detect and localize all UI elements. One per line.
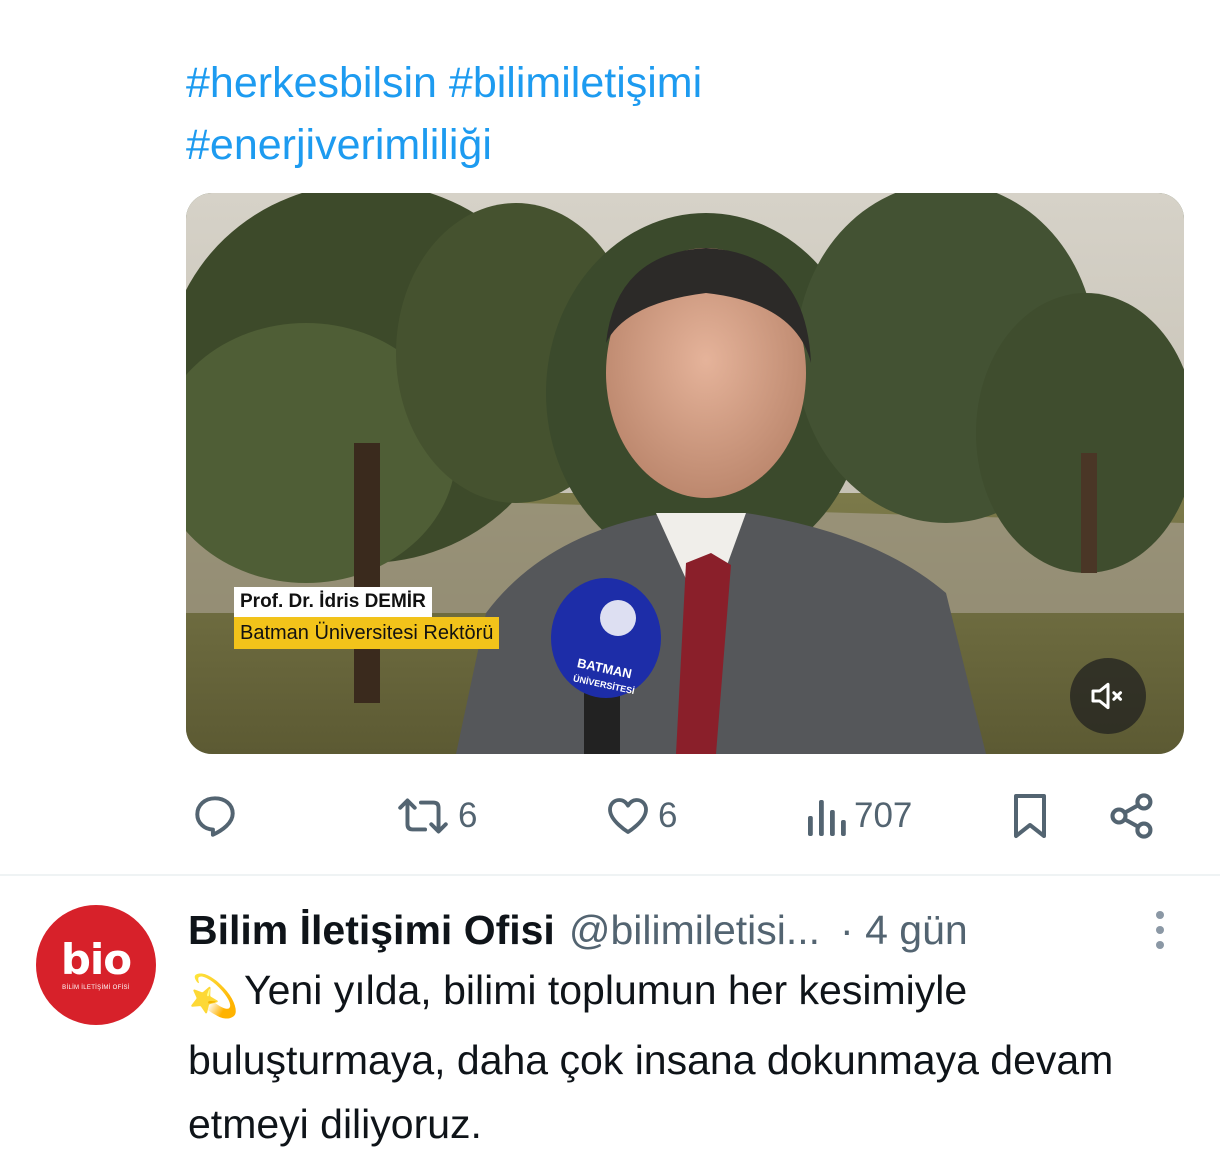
post-action-bar: 6 6 707 <box>0 784 1220 848</box>
like-count: 6 <box>658 796 678 835</box>
lower-third-name: Prof. Dr. İdris DEMİR <box>234 587 432 617</box>
avatar-logo-subtext: BİLİM İLETİŞİMİ OFİSİ <box>62 985 130 991</box>
avatar-logo-text: bio <box>60 935 132 984</box>
share-button[interactable] <box>1106 784 1158 848</box>
dizzy-emoji-icon: 💫 <box>188 973 240 1019</box>
retweet-button[interactable]: 6 <box>394 784 477 848</box>
post-video[interactable]: BATMAN ÜNİVERSİTESİ Prof. Dr. İdris DEMİ… <box>186 193 1184 754</box>
share-icon <box>1110 793 1153 839</box>
heart-icon <box>608 798 648 834</box>
post-hashtags: #herkesbilsin #bilimiletişimi #enerjiver… <box>186 52 1166 176</box>
bookmark-button[interactable] <box>1006 784 1054 848</box>
hashtag-link[interactable]: #herkesbilsin <box>186 59 437 107</box>
post-text: 💫 Yeni yılda, bilimi toplumun her kesimiy… <box>188 958 1178 1153</box>
post-text-body: Yeni yılda, bilimi toplumun her kesimiyl… <box>188 967 1114 1147</box>
more-options-button[interactable] <box>1148 908 1172 952</box>
author-avatar[interactable]: bio BİLİM İLETİŞİMİ OFİSİ <box>36 905 156 1025</box>
post-time[interactable]: · 4 gün <box>840 907 968 954</box>
views-count: 707 <box>854 796 913 835</box>
retweet-count: 6 <box>458 796 478 835</box>
like-button[interactable]: 6 <box>604 784 677 848</box>
hashtag-link[interactable]: #enerjiverimliliği <box>186 121 492 169</box>
retweet-icon <box>398 798 448 834</box>
reply-button[interactable] <box>190 784 246 848</box>
video-lower-third: Prof. Dr. İdris DEMİR Batman Üniversites… <box>234 587 500 649</box>
author-handle[interactable]: @bilimiletisi... <box>569 907 820 954</box>
mute-toggle-button[interactable] <box>1070 658 1146 734</box>
more-vertical-icon <box>1148 911 1172 949</box>
hashtag-link[interactable]: #bilimiletişimi <box>449 59 702 107</box>
lower-third-title: Batman Üniversitesi Rektörü <box>234 617 500 649</box>
views-icon <box>808 800 846 836</box>
post-header: Bilim İletişimi Ofisi @bilimiletisi... ·… <box>188 900 968 960</box>
bookmark-icon <box>1014 794 1046 838</box>
video-frame: BATMAN ÜNİVERSİTESİ <box>186 193 1184 754</box>
post-divider <box>0 874 1220 876</box>
author-name[interactable]: Bilim İletişimi Ofisi <box>188 907 555 954</box>
volume-mute-icon <box>1091 682 1122 710</box>
reply-icon <box>195 796 235 837</box>
views-button[interactable]: 707 <box>804 784 912 848</box>
